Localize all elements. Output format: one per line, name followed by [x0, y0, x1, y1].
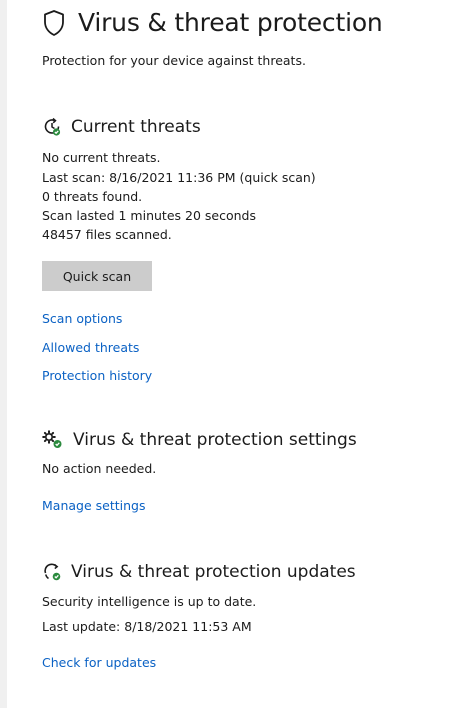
last-update-line: Last update: 8/18/2021 11:53 AM: [42, 619, 252, 634]
settings-heading: Virus & threat protection settings: [42, 430, 357, 450]
page-title: Virus & threat protection: [78, 8, 383, 37]
allowed-threats-link[interactable]: Allowed threats: [42, 340, 139, 355]
left-edge-panel: [0, 0, 7, 708]
updates-title: Virus & threat protection updates: [71, 562, 356, 582]
quick-scan-button[interactable]: Quick scan: [42, 261, 152, 291]
page-header: Virus & threat protection: [42, 8, 383, 37]
gear-check-icon: [42, 430, 62, 448]
check-for-updates-link[interactable]: Check for updates: [42, 655, 156, 670]
scan-options-link[interactable]: Scan options: [42, 311, 122, 326]
current-threats-heading: Current threats: [42, 117, 201, 137]
scan-duration-line: Scan lasted 1 minutes 20 seconds: [42, 208, 256, 223]
page-subtitle: Protection for your device against threa…: [42, 53, 306, 68]
last-scan-line: Last scan: 8/16/2021 11:36 PM (quick sca…: [42, 170, 316, 185]
threat-status-line: No current threats.: [42, 150, 161, 165]
settings-status-line: No action needed.: [42, 461, 157, 476]
clock-refresh-icon: [44, 117, 61, 136]
shield-icon: [44, 9, 64, 36]
protection-history-link[interactable]: Protection history: [42, 368, 152, 383]
files-scanned-line: 48457 files scanned.: [42, 227, 172, 242]
threats-found-line: 0 threats found.: [42, 189, 143, 204]
settings-title: Virus & threat protection settings: [73, 430, 357, 450]
updates-heading: Virus & threat protection updates: [42, 562, 356, 582]
current-threats-title: Current threats: [71, 117, 201, 137]
manage-settings-link[interactable]: Manage settings: [42, 498, 145, 513]
intelligence-status-line: Security intelligence is up to date.: [42, 594, 257, 609]
sync-check-icon: [44, 563, 61, 581]
